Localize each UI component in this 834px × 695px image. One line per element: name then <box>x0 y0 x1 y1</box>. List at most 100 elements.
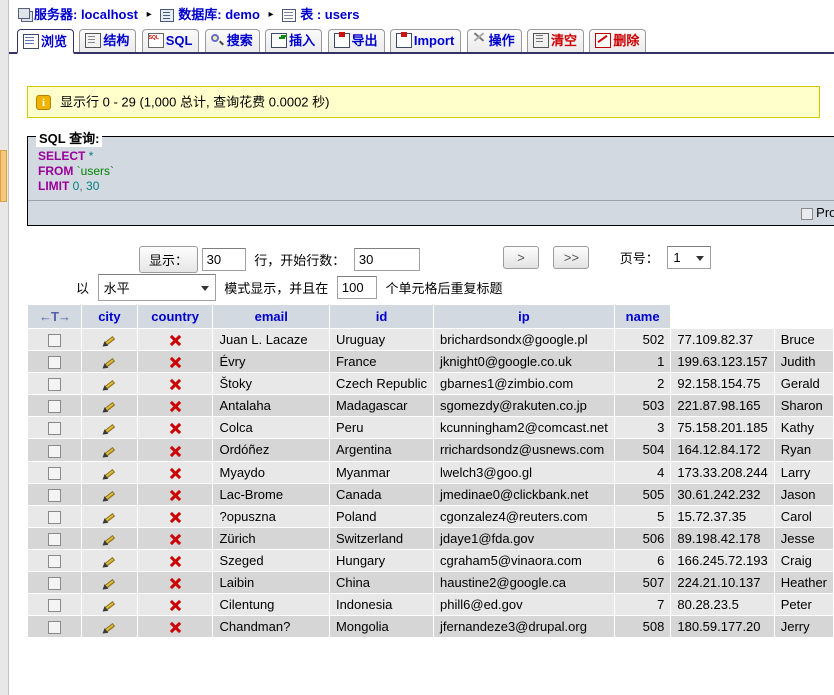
pencil-icon[interactable] <box>102 400 116 413</box>
repeat-headers-input[interactable]: 100 <box>336 276 377 300</box>
pencil-icon[interactable] <box>102 422 116 435</box>
header-id[interactable]: id <box>329 305 434 329</box>
pencil-icon[interactable] <box>102 555 116 568</box>
delete-x-icon[interactable] <box>169 555 182 568</box>
row-checkbox[interactable] <box>48 554 61 568</box>
row-select-cell[interactable] <box>28 395 81 417</box>
row-delete-cell[interactable] <box>137 571 213 593</box>
row-edit-cell[interactable] <box>82 373 137 395</box>
tab-export[interactable]: 导出 <box>327 28 385 52</box>
pencil-icon[interactable] <box>102 467 116 480</box>
row-edit-cell[interactable] <box>82 527 137 549</box>
delete-x-icon[interactable] <box>169 422 182 435</box>
display-mode-select[interactable]: 水平 <box>97 274 216 302</box>
row-select-cell[interactable] <box>28 373 81 395</box>
row-delete-cell[interactable] <box>137 483 213 505</box>
rows-input[interactable]: 30 <box>201 248 246 272</box>
row-checkbox[interactable] <box>48 356 61 370</box>
row-checkbox[interactable] <box>48 532 61 546</box>
row-select-cell[interactable] <box>28 417 81 439</box>
row-delete-cell[interactable] <box>137 461 213 483</box>
tab-empty[interactable]: 清空 <box>527 28 585 52</box>
last-page-button[interactable]: >> <box>553 246 590 270</box>
pencil-icon[interactable] <box>102 356 116 369</box>
row-delete-cell[interactable] <box>137 615 213 637</box>
profiling-option[interactable]: Prof <box>801 205 834 220</box>
next-page-button[interactable]: > <box>503 246 539 270</box>
row-checkbox[interactable] <box>48 378 61 392</box>
pencil-icon[interactable] <box>102 533 116 546</box>
delete-x-icon[interactable] <box>169 599 182 612</box>
sort-arrows-icon[interactable]: ←T→ <box>39 309 71 324</box>
row-select-cell[interactable] <box>28 549 81 571</box>
row-edit-cell[interactable] <box>82 395 137 417</box>
row-edit-cell[interactable] <box>82 571 137 593</box>
row-checkbox[interactable] <box>48 444 61 458</box>
header-city[interactable]: city <box>82 305 137 329</box>
row-select-cell[interactable] <box>28 439 81 461</box>
row-edit-cell[interactable] <box>82 483 137 505</box>
delete-x-icon[interactable] <box>169 334 182 347</box>
tab-drop[interactable]: 删除 <box>589 28 647 52</box>
row-select-cell[interactable] <box>28 615 81 637</box>
row-select-cell[interactable] <box>28 527 81 549</box>
profiling-checkbox[interactable] <box>801 207 814 220</box>
breadcrumb-database[interactable]: 数据库: demo <box>160 7 260 23</box>
row-edit-cell[interactable] <box>82 417 137 439</box>
delete-x-icon[interactable] <box>169 467 182 480</box>
row-checkbox[interactable] <box>48 510 61 524</box>
row-checkbox[interactable] <box>48 488 61 502</box>
row-delete-cell[interactable] <box>137 527 213 549</box>
header-email[interactable]: email <box>213 305 329 329</box>
breadcrumb-table[interactable]: 表 : users <box>282 7 359 23</box>
pencil-icon[interactable] <box>102 334 116 347</box>
row-checkbox[interactable] <box>48 576 61 590</box>
row-select-cell[interactable] <box>28 461 81 483</box>
delete-x-icon[interactable] <box>169 356 182 369</box>
row-delete-cell[interactable] <box>137 395 213 417</box>
row-select-cell[interactable] <box>28 329 81 351</box>
pencil-icon[interactable] <box>102 577 116 590</box>
row-checkbox[interactable] <box>48 400 61 414</box>
breadcrumb-server[interactable]: 服务器: localhost <box>18 7 138 23</box>
row-select-cell[interactable] <box>28 571 81 593</box>
row-select-cell[interactable] <box>28 351 81 373</box>
delete-x-icon[interactable] <box>169 445 182 458</box>
tab-operations[interactable]: 操作 <box>466 28 522 52</box>
row-edit-cell[interactable] <box>82 351 137 373</box>
delete-x-icon[interactable] <box>169 577 182 590</box>
pencil-icon[interactable] <box>102 511 116 524</box>
row-checkbox[interactable] <box>48 422 61 436</box>
show-button[interactable]: 显示： <box>139 246 199 274</box>
delete-x-icon[interactable] <box>169 621 182 634</box>
tab-search[interactable]: 搜索 <box>204 28 260 52</box>
row-checkbox[interactable] <box>48 466 61 480</box>
row-delete-cell[interactable] <box>137 373 213 395</box>
tab-sql[interactable]: SQL <box>141 27 200 52</box>
row-checkbox[interactable] <box>48 598 61 612</box>
row-edit-cell[interactable] <box>82 439 137 461</box>
delete-x-icon[interactable] <box>169 400 182 413</box>
row-delete-cell[interactable] <box>137 439 213 461</box>
header-country[interactable]: country <box>137 305 213 329</box>
row-edit-cell[interactable] <box>82 549 137 571</box>
sql-query-text[interactable]: SELECT * FROM `users` LIMIT 0, 30 <box>28 137 834 200</box>
row-edit-cell[interactable] <box>82 505 137 527</box>
row-delete-cell[interactable] <box>137 505 213 527</box>
header-ip[interactable]: ip <box>434 305 614 329</box>
delete-x-icon[interactable] <box>169 533 182 546</box>
row-delete-cell[interactable] <box>137 549 213 571</box>
page-number-select[interactable]: 1 <box>667 246 712 270</box>
pencil-icon[interactable] <box>102 621 116 634</box>
pencil-icon[interactable] <box>102 445 116 458</box>
pencil-icon[interactable] <box>102 599 116 612</box>
row-delete-cell[interactable] <box>137 417 213 439</box>
tab-insert[interactable]: 插入 <box>265 28 323 52</box>
row-edit-cell[interactable] <box>82 329 137 351</box>
row-edit-cell[interactable] <box>82 615 137 637</box>
pencil-icon[interactable] <box>102 489 116 502</box>
row-edit-cell[interactable] <box>82 593 137 615</box>
row-edit-cell[interactable] <box>82 461 137 483</box>
header-name[interactable]: name <box>614 305 671 329</box>
row-delete-cell[interactable] <box>137 351 213 373</box>
